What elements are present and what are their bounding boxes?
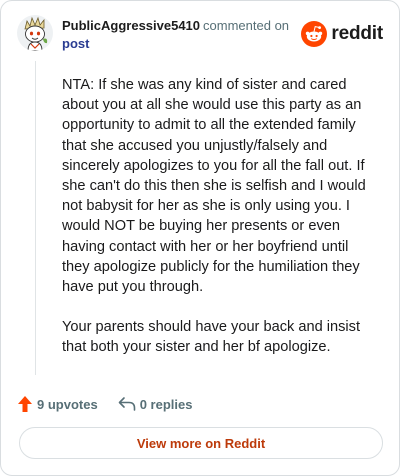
user-avatar[interactable] [17, 15, 53, 51]
commented-on-text: commented on [203, 18, 290, 33]
username-link[interactable]: PublicAggressive5410 [62, 18, 200, 33]
reply-count: 0 replies [139, 396, 193, 412]
comment-meta: PublicAggressive5410 commented on post [62, 17, 289, 52]
reddit-comment-embed-card: PublicAggressive5410 commented on post re… [0, 0, 400, 476]
reddit-logo[interactable]: reddit [301, 21, 383, 47]
reddit-wordmark: reddit [331, 23, 383, 44]
reply-arrow-icon [118, 397, 135, 411]
snoo-avatar-icon [17, 15, 53, 51]
comment-header: PublicAggressive5410 commented on post re… [17, 15, 385, 55]
comment-actions: 9 upvotes 0 replies [17, 394, 192, 414]
view-more-on-reddit-button[interactable]: View more on Reddit [19, 427, 383, 459]
post-link[interactable]: post [62, 35, 289, 52]
reply-button[interactable]: 0 replies [118, 396, 193, 412]
comment-paragraph: NTA: If she was any kind of sister and c… [62, 77, 366, 296]
comment-body: NTA: If she was any kind of sister and c… [62, 75, 368, 378]
reddit-logo-icon [301, 21, 328, 47]
upvote-button[interactable]: 9 upvotes [17, 395, 98, 413]
thread-line [35, 61, 36, 375]
comment-paragraph: Your parents should have your back and i… [62, 319, 361, 356]
upvote-count: 9 upvotes [37, 396, 98, 412]
upvote-arrow-icon [18, 396, 32, 412]
